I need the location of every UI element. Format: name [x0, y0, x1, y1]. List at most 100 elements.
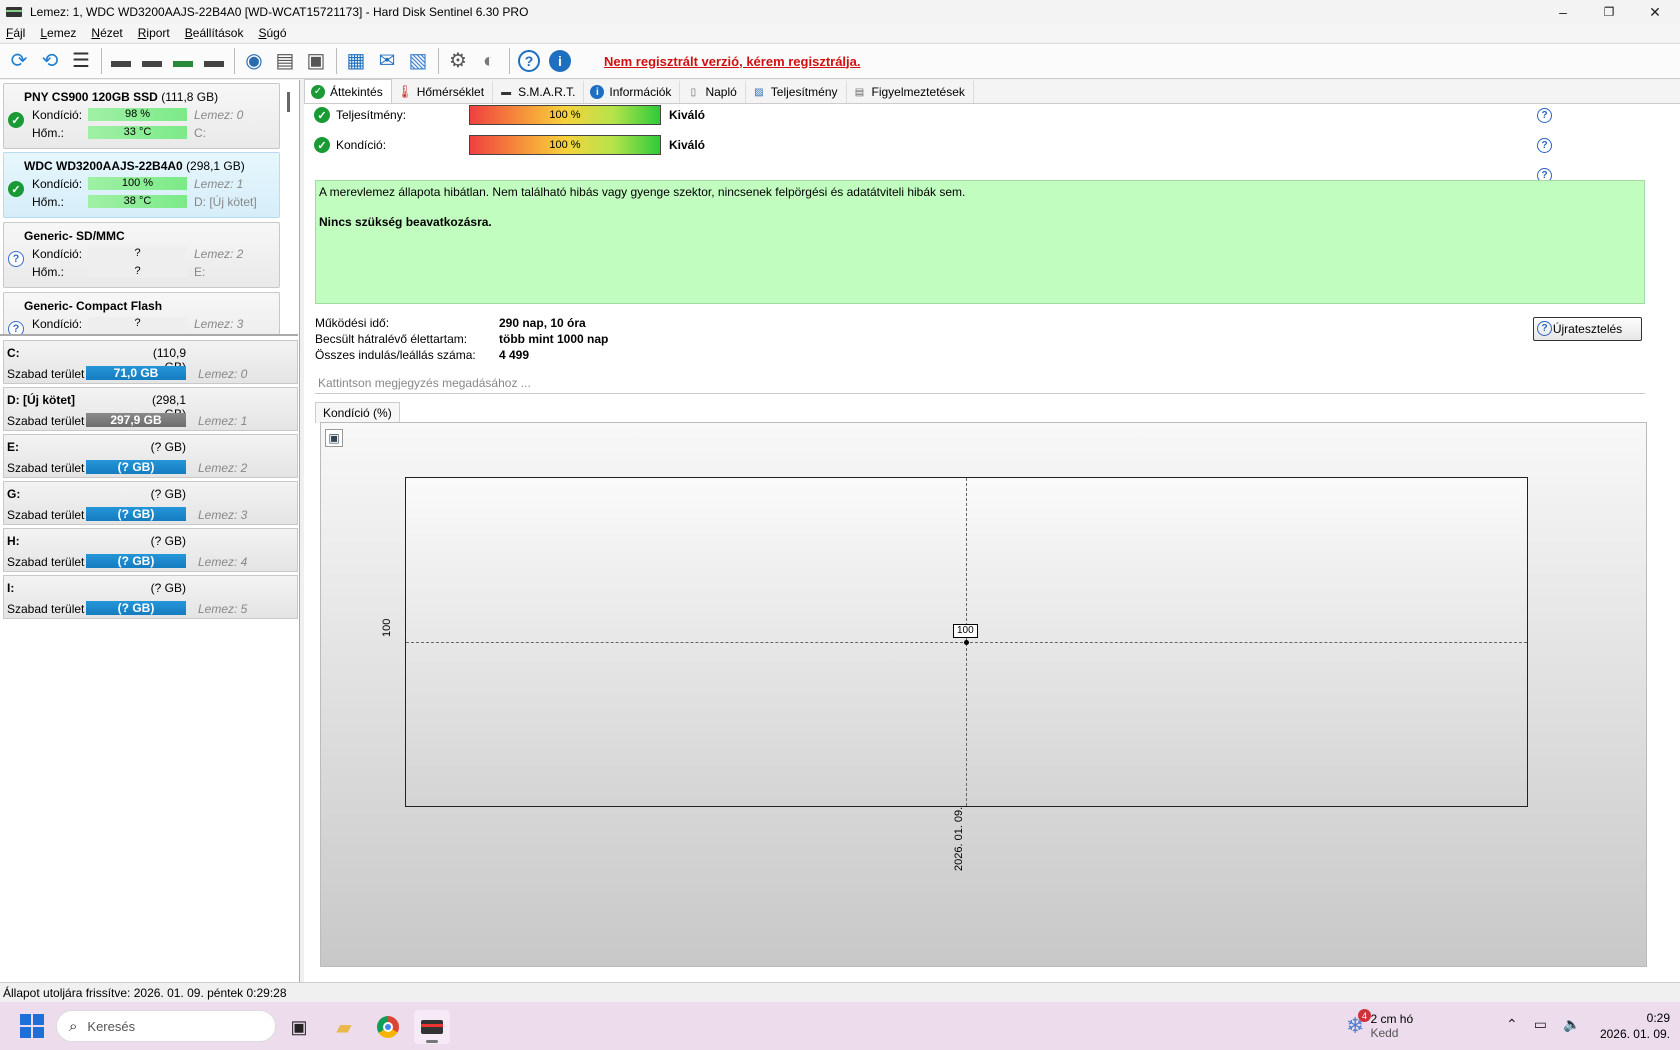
save-icon[interactable]: ▣ [325, 429, 343, 447]
temp-bar: 33 °C [88, 126, 187, 139]
free-space-bar: 297,9 GB [86, 413, 186, 427]
free-space-bar: (? GB) [86, 601, 186, 615]
maximize-button[interactable]: ❐ [1586, 0, 1632, 24]
tab-overview[interactable]: ✓ Áttekintés [304, 79, 392, 103]
temp-bar: ? [88, 265, 187, 278]
volume-card[interactable]: E: (? GB) Szabad terület (? GB) Lemez: 2 [3, 434, 298, 478]
free-space-bar: 71,0 GB [86, 366, 186, 380]
disk-health-icon[interactable]: ▬ [168, 46, 198, 76]
chart-tab-health[interactable]: Kondíció (%) [315, 402, 400, 423]
volume-card[interactable]: G: (? GB) Szabad terület (? GB) Lemez: 3 [3, 481, 298, 525]
task-view-icon[interactable]: ▣ [281, 1010, 317, 1044]
disk-list-scrollbar[interactable] [287, 92, 290, 112]
volume-name: D: [Új kötet] [7, 393, 75, 407]
settings-gear-icon[interactable]: ⚙ [443, 46, 473, 76]
volume-disk-number: Lemez: 2 [198, 461, 248, 475]
free-space-label: Szabad terület [7, 602, 85, 616]
free-space-label: Szabad terület [7, 555, 85, 569]
free-space-label: Szabad terület [7, 367, 85, 381]
menu-view[interactable]: Nézet [85, 26, 131, 40]
tab-information[interactable]: i Információk [584, 81, 681, 103]
speaker-icon[interactable]: 🔈 [1563, 1016, 1580, 1033]
minimize-button[interactable]: – [1540, 0, 1586, 24]
toolbar-separator [101, 48, 102, 74]
file-explorer-icon[interactable]: ▰ [326, 1010, 362, 1044]
window-title: Lemez: 1, WDC WD3200AAJS-22B4A0 [WD-WCAT… [30, 5, 529, 19]
main-panel: ✓ Áttekintés 🌡 Hőmérséklet ▬ S.M.A.R.T. i In… [304, 79, 1680, 982]
help-icon[interactable]: ? [1537, 138, 1552, 153]
toolbar-separator [509, 48, 510, 74]
close-button[interactable]: ✕ [1632, 0, 1678, 24]
disk-name: Generic- Compact Flash [24, 299, 163, 313]
volume-disk-number: Lemez: 5 [198, 602, 248, 616]
help-icon[interactable]: ? [514, 46, 544, 76]
menu-bar: Fájl Lemez Nézet Riport Beállítások Súgó [0, 24, 1680, 42]
disk-card[interactable]: Generic- Compact Flash ? Kondíció: ? Lem… [3, 292, 280, 334]
check-icon: ✓ [314, 137, 330, 153]
volume-card[interactable]: D: [Új kötet] (298,1 GB) Szabad terület … [3, 387, 298, 431]
save-report-icon[interactable]: ▣ [301, 46, 331, 76]
disk-schedule-icon[interactable]: ▬ [137, 46, 167, 76]
chrome-icon[interactable] [370, 1010, 406, 1044]
email-icon[interactable]: ✉ [372, 46, 402, 76]
info-icon: i [590, 85, 605, 99]
taskbar-search[interactable]: ⌕ Keresés [56, 1010, 276, 1042]
disk-search-icon[interactable]: ▬ [199, 46, 229, 76]
hard-disk-sentinel-icon[interactable] [414, 1010, 450, 1044]
network-icon[interactable]: ▭ [1534, 1016, 1547, 1033]
startstop-value: 4 499 [499, 348, 530, 362]
disk-card[interactable]: Generic- SD/MMC ? Kondíció: ? Lemez: 2 H… [3, 222, 280, 288]
status-action: Nincs szükség beavatkozásra. [319, 215, 492, 229]
report-icon[interactable]: ▦ [341, 46, 371, 76]
volume-card[interactable]: H: (? GB) Szabad terület (? GB) Lemez: 4 [3, 528, 298, 572]
registration-warning-link[interactable]: Nem regisztrált verzió, kérem regisztrál… [604, 54, 861, 69]
refresh-icon[interactable]: ⟳ [4, 46, 34, 76]
help-icon[interactable]: ? [1537, 321, 1552, 336]
menu-settings[interactable]: Beállítások [179, 26, 253, 40]
health-bar: ? [88, 317, 187, 330]
network-disk-icon[interactable]: ◉ [239, 46, 269, 76]
free-space-label: Szabad terület [7, 461, 85, 475]
volume-name: I: [7, 581, 15, 595]
uptime-label: Működési idő: [315, 316, 390, 330]
chevron-up-icon[interactable]: ⌃ [1506, 1016, 1518, 1033]
weather-sub: Kedd [1370, 1026, 1399, 1040]
disk-details-icon[interactable]: ☰ [66, 46, 96, 76]
thermometer-icon: 🌡 [396, 84, 413, 99]
chart-icon: ▨ [754, 86, 764, 98]
volume-card[interactable]: I: (? GB) Szabad terület (? GB) Lemez: 5 [3, 575, 298, 619]
volume-disk-number: Lemez: 1 [198, 414, 248, 428]
tab-temperature[interactable]: 🌡 Hőmérséklet [392, 81, 494, 103]
disk-number: Lemez: 0 [194, 108, 244, 122]
clock[interactable]: 0:29 2026. 01. 09. [1590, 1010, 1670, 1042]
drive-letter: C: [194, 126, 206, 140]
menu-help[interactable]: Súgó [252, 26, 295, 40]
performance-row: ✓ Teljesítmény: 100 % Kiváló [314, 104, 1674, 126]
disk-card[interactable]: PNY CS900 120GB SSD (111,8 GB) ✓ Kondíci… [3, 83, 280, 149]
print-icon[interactable]: ▤ [270, 46, 300, 76]
menu-report[interactable]: Riport [132, 26, 179, 40]
weather-widget[interactable]: ❄ 4 2 cm hó Kedd [1346, 1009, 1413, 1042]
refresh-all-icon[interactable]: ⟲ [35, 46, 65, 76]
help-icon[interactable]: ? [1537, 108, 1552, 123]
tab-log[interactable]: ▯ Napló [680, 81, 746, 103]
menu-file[interactable]: Fájl [0, 26, 34, 40]
tab-performance[interactable]: ▨ Teljesítmény [746, 81, 847, 103]
info-icon[interactable]: i [545, 46, 575, 76]
network-icon[interactable]: ▧ [403, 46, 433, 76]
disk-name: WDC WD3200AAJS-22B4A0 (298,1 GB) [24, 159, 245, 173]
disk-card-selected[interactable]: WDC WD3200AAJS-22B4A0 (298,1 GB) ✓ Kondí… [3, 152, 280, 218]
volume-card[interactable]: C: (110,9 GB) Szabad terület 71,0 GB Lem… [3, 340, 298, 384]
note-input[interactable] [315, 372, 1645, 394]
tab-alerts[interactable]: ▤ Figyelmeztetések [847, 81, 974, 103]
sound-icon[interactable]: ◐ [474, 46, 504, 76]
check-icon: ✓ [314, 107, 330, 123]
free-space-label: Szabad terület [7, 414, 85, 428]
disk-test-icon[interactable]: ▬ [106, 46, 136, 76]
windows-start-icon[interactable] [20, 1014, 44, 1038]
volume-size: (? GB) [150, 534, 186, 548]
temp-label: Hőm.: [32, 126, 65, 140]
tab-smart[interactable]: ▬ S.M.A.R.T. [493, 81, 585, 103]
x-tick-label: 2026. 01. 09. [953, 806, 965, 871]
menu-disk[interactable]: Lemez [34, 26, 85, 40]
